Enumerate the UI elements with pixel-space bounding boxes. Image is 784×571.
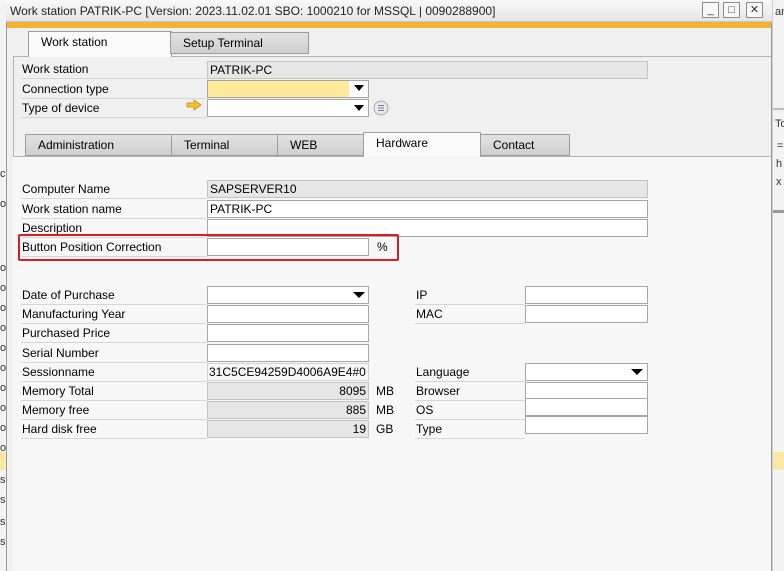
ip-label: IP — [415, 286, 525, 305]
background-app-right — [772, 0, 784, 571]
manufacturing-year-input[interactable] — [207, 305, 369, 323]
date-of-purchase-label: Date of Purchase — [21, 286, 207, 305]
ws-name-input[interactable]: PATRIK-PC — [207, 200, 648, 218]
background-text: s — [0, 474, 6, 486]
background-highlight — [773, 452, 784, 470]
device-type-label: Type of device — [21, 99, 207, 118]
maximize-button[interactable]: □ — [723, 2, 740, 18]
memory-total-field: 8095 — [207, 382, 369, 400]
computer-name-label: Computer Name — [21, 180, 207, 199]
os-input[interactable] — [525, 398, 648, 416]
mac-label: MAC — [415, 305, 525, 324]
type-label: Type — [415, 420, 525, 439]
type-input[interactable] — [525, 416, 648, 434]
tab-join — [29, 56, 171, 57]
date-of-purchase-select[interactable] — [207, 286, 369, 304]
language-label: Language — [415, 363, 525, 382]
workstation-label: Work station — [21, 60, 207, 79]
serial-number-label: Serial Number — [21, 344, 207, 363]
background-text: x — [776, 176, 782, 188]
chevron-down-icon — [354, 105, 364, 111]
browser-label: Browser — [415, 382, 525, 401]
tab-web[interactable]: WEB — [277, 134, 364, 156]
chevron-down-icon — [631, 369, 643, 375]
minimize-button[interactable]: _ — [702, 2, 719, 18]
tab-setup-terminal[interactable]: Setup Terminal — [170, 32, 309, 54]
memory-free-unit: MB — [376, 403, 394, 417]
tab-contact[interactable]: Contact — [480, 134, 570, 156]
background-text: an — [775, 6, 784, 18]
manufacturing-year-label: Manufacturing Year — [21, 305, 207, 324]
background-text: h — [776, 158, 783, 170]
memory-total-label: Memory Total — [21, 382, 207, 401]
background-text: c — [0, 168, 6, 180]
link-arrow-icon[interactable] — [186, 99, 202, 111]
hdd-free-label: Hard disk free — [21, 420, 207, 439]
background-text: s — [0, 536, 6, 548]
background-divider — [773, 108, 784, 110]
background-text: To — [775, 118, 784, 130]
chevron-down-icon — [354, 85, 364, 91]
computer-name-field: SAPSERVER10 — [207, 180, 648, 198]
connection-type-select[interactable] — [207, 80, 369, 98]
tab-work-station[interactable]: Work station — [28, 31, 172, 57]
memory-free-field: 885 — [207, 401, 369, 419]
purchased-price-label: Purchased Price — [21, 324, 207, 343]
sessionname-label: Sessionname — [21, 363, 207, 382]
connection-type-label: Connection type — [21, 80, 207, 99]
serial-number-input[interactable] — [207, 344, 369, 362]
background-text: s — [0, 494, 6, 506]
hdd-free-unit: GB — [376, 422, 394, 436]
tab-hardware[interactable]: Hardware — [363, 132, 481, 157]
background-divider — [773, 210, 784, 213]
sessionname-field: 31C5CE94259D4006A9E4#0 — [207, 363, 369, 381]
hdd-free-field: 19 — [207, 420, 369, 438]
tab-administration[interactable]: Administration — [25, 134, 172, 156]
memory-total-unit: MB — [376, 384, 394, 398]
tab-terminal[interactable]: Terminal — [171, 134, 278, 156]
tab-divider — [13, 56, 14, 156]
os-label: OS — [415, 401, 525, 420]
tab-join — [364, 156, 480, 157]
ip-input[interactable] — [525, 286, 648, 304]
highlight-annotation-box — [18, 234, 399, 261]
background-text: s — [0, 516, 6, 528]
device-type-select[interactable] — [207, 99, 369, 117]
ws-name-label: Work station name — [21, 200, 207, 219]
language-select[interactable] — [525, 363, 648, 381]
workstation-field: PATRIK-PC — [207, 61, 648, 79]
window-title: Work station PATRIK-PC [Version: 2023.11… — [10, 4, 496, 18]
chevron-down-icon — [353, 292, 365, 298]
memory-free-label: Memory free — [21, 401, 207, 420]
mac-input[interactable] — [525, 305, 648, 323]
purchased-price-input[interactable] — [207, 324, 369, 342]
close-button[interactable]: ✕ — [746, 2, 763, 18]
background-text: = — [777, 140, 784, 152]
list-menu-icon[interactable] — [373, 100, 389, 116]
